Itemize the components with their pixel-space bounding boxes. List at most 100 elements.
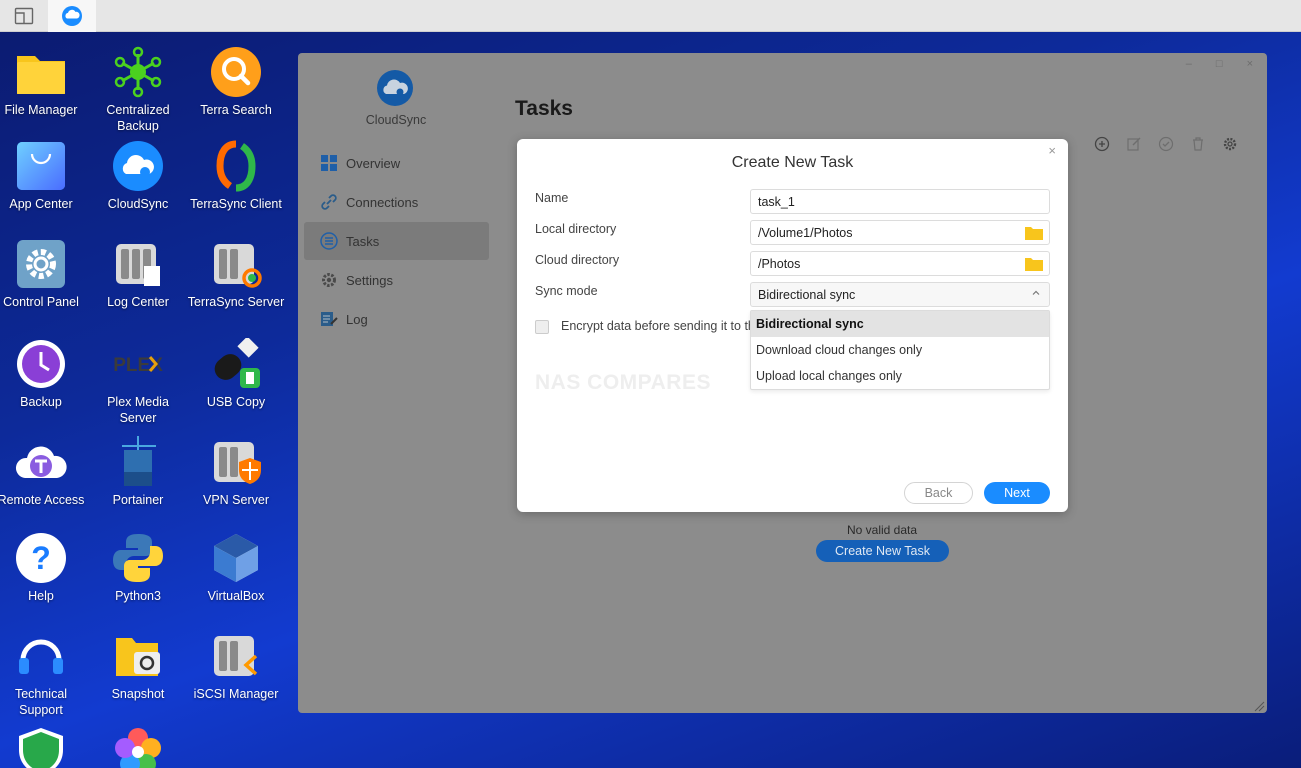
local-directory-input[interactable]: /Volume1/Photos <box>750 220 1050 245</box>
local-directory-value: /Volume1/Photos <box>758 225 853 240</box>
folder-icon <box>15 46 67 98</box>
photos-flower-icon <box>112 726 164 768</box>
maximize-button[interactable]: □ <box>1216 58 1223 70</box>
empty-state-text: No valid data <box>846 523 918 537</box>
folder-icon[interactable] <box>1025 226 1043 240</box>
sync-arrows-icon <box>210 140 262 192</box>
desktop-icon-usb-copy[interactable]: USB Copy <box>187 336 285 410</box>
overview-grid-icon <box>320 154 338 172</box>
sidebar: CloudSync Overview Connections Tasks Set… <box>298 53 494 713</box>
desktop-icon-technical-support[interactable]: Technical Support <box>0 630 90 718</box>
virtualbox-icon <box>210 532 262 584</box>
desktop-icon-plex[interactable]: PLEX Plex Media Server <box>89 338 187 426</box>
python-icon <box>112 532 164 584</box>
cloud-directory-label: Cloud directory <box>535 253 620 267</box>
sync-mode-select[interactable]: Bidirectional sync <box>750 282 1050 307</box>
name-label: Name <box>535 191 569 205</box>
gear-icon <box>15 238 67 290</box>
app-name: CloudSync <box>365 113 427 127</box>
edit-icon[interactable] <box>1125 135 1143 153</box>
desktop-icon-security[interactable] <box>0 726 90 768</box>
nav-item-overview[interactable]: Overview <box>304 144 489 182</box>
cloudsync-taskbar-icon[interactable] <box>48 0 96 32</box>
encrypt-checkbox[interactable] <box>535 320 549 334</box>
nav-label: Tasks <box>346 233 380 249</box>
name-input[interactable]: task_1 <box>750 189 1050 214</box>
sync-mode-dropdown: Bidirectional sync Download cloud change… <box>750 310 1050 390</box>
desktop-icon-centralized-backup[interactable]: Centralized Backup <box>89 46 187 134</box>
cloudsync-logo-icon <box>376 69 414 107</box>
sync-mode-value: Bidirectional sync <box>758 287 856 302</box>
create-task-dialog: Create New Task × Name task_1 Local dire… <box>517 139 1068 512</box>
desktop-icon-terrasync-server[interactable]: TerraSync Server <box>187 238 285 310</box>
desktop-icon-snapshot[interactable]: Snapshot <box>89 630 187 702</box>
question-icon: ? <box>15 532 67 584</box>
desktop-icon-python3[interactable]: Python3 <box>89 532 187 604</box>
option-upload-only[interactable]: Upload local changes only <box>751 363 1049 389</box>
encrypt-label: Encrypt data before sending it to the cl… <box>561 319 751 333</box>
portainer-icon <box>112 436 164 488</box>
next-button[interactable]: Next <box>984 482 1050 504</box>
cloud-directory-input[interactable]: /Photos <box>750 251 1050 276</box>
usb-drive-icon <box>210 336 262 390</box>
security-shield-icon <box>15 726 67 768</box>
delete-icon[interactable] <box>1189 135 1207 153</box>
vpn-shield-icon <box>210 436 262 488</box>
desktop-icon-photos[interactable] <box>89 726 187 768</box>
back-button[interactable]: Back <box>904 482 973 504</box>
option-download-only[interactable]: Download cloud changes only <box>751 337 1049 363</box>
desktop-icon-virtualbox[interactable]: VirtualBox <box>187 532 285 604</box>
desktop-icon-log-center[interactable]: Log Center <box>89 238 187 310</box>
local-directory-label: Local directory <box>535 222 617 236</box>
desktop-icon-cloudsync[interactable]: CloudSync <box>89 140 187 212</box>
iscsi-icon <box>210 630 262 682</box>
cloud-directory-value: /Photos <box>758 256 801 271</box>
network-nodes-icon <box>112 46 164 98</box>
option-bidirectional[interactable]: Bidirectional sync <box>751 311 1049 337</box>
desktop-icon-remote-access[interactable]: Remote Access <box>0 436 90 508</box>
sync-server-icon <box>210 238 262 290</box>
create-new-task-button[interactable]: Create New Task <box>816 540 949 562</box>
folder-icon[interactable] <box>1025 257 1043 271</box>
plex-icon: PLEX <box>112 338 164 390</box>
page-title: Tasks <box>515 97 573 120</box>
tasks-list-icon <box>320 232 338 250</box>
dialog-title: Create New Task <box>731 154 854 171</box>
watermark-text: NAS COMPARES <box>535 371 711 394</box>
settings-icon[interactable] <box>1221 135 1239 153</box>
svg-text:?: ? <box>31 540 51 576</box>
chevron-up-icon <box>1031 288 1041 301</box>
taskbar <box>0 0 1301 32</box>
desktop-icon-app-center[interactable]: App Center <box>0 140 90 212</box>
link-icon <box>320 193 338 211</box>
nav-label: Overview <box>346 155 401 171</box>
desktop-icon-backup[interactable]: Backup <box>0 338 90 410</box>
log-edit-icon <box>320 310 338 328</box>
magnifier-icon <box>210 46 262 98</box>
nav-item-tasks[interactable]: Tasks <box>304 222 489 260</box>
minimize-button[interactable]: – <box>1186 58 1192 70</box>
check-icon[interactable] <box>1157 135 1175 153</box>
desktop-icon-terra-search[interactable]: Terra Search <box>187 46 285 118</box>
nav-item-connections[interactable]: Connections <box>304 183 489 221</box>
desktop-icon-terrasync-client[interactable]: TerraSync Client <box>187 140 285 212</box>
nav-label: Log <box>346 311 368 327</box>
show-desktop-icon[interactable] <box>0 0 48 32</box>
desktop-icon-help[interactable]: ? Help <box>0 532 90 604</box>
log-server-icon <box>112 238 164 290</box>
nav-item-settings[interactable]: Settings <box>304 261 489 299</box>
headset-icon <box>15 630 67 682</box>
close-button[interactable]: × <box>1247 58 1253 70</box>
remote-cloud-icon <box>15 436 67 488</box>
resize-grip-icon[interactable] <box>1253 699 1265 712</box>
desktop-icon-iscsi-manager[interactable]: iSCSI Manager <box>187 630 285 702</box>
desktop-icon-vpn-server[interactable]: VPN Server <box>187 436 285 508</box>
sync-mode-label: Sync mode <box>535 284 598 298</box>
dialog-close-button[interactable]: × <box>1048 143 1056 158</box>
window-controls: – □ × <box>1186 58 1253 70</box>
desktop-icon-portainer[interactable]: Portainer <box>89 436 187 508</box>
add-icon[interactable] <box>1093 135 1111 153</box>
desktop-icon-file-manager[interactable]: File Manager <box>0 46 90 118</box>
desktop-icon-control-panel[interactable]: Control Panel <box>0 238 90 310</box>
nav-item-log[interactable]: Log <box>304 300 489 338</box>
